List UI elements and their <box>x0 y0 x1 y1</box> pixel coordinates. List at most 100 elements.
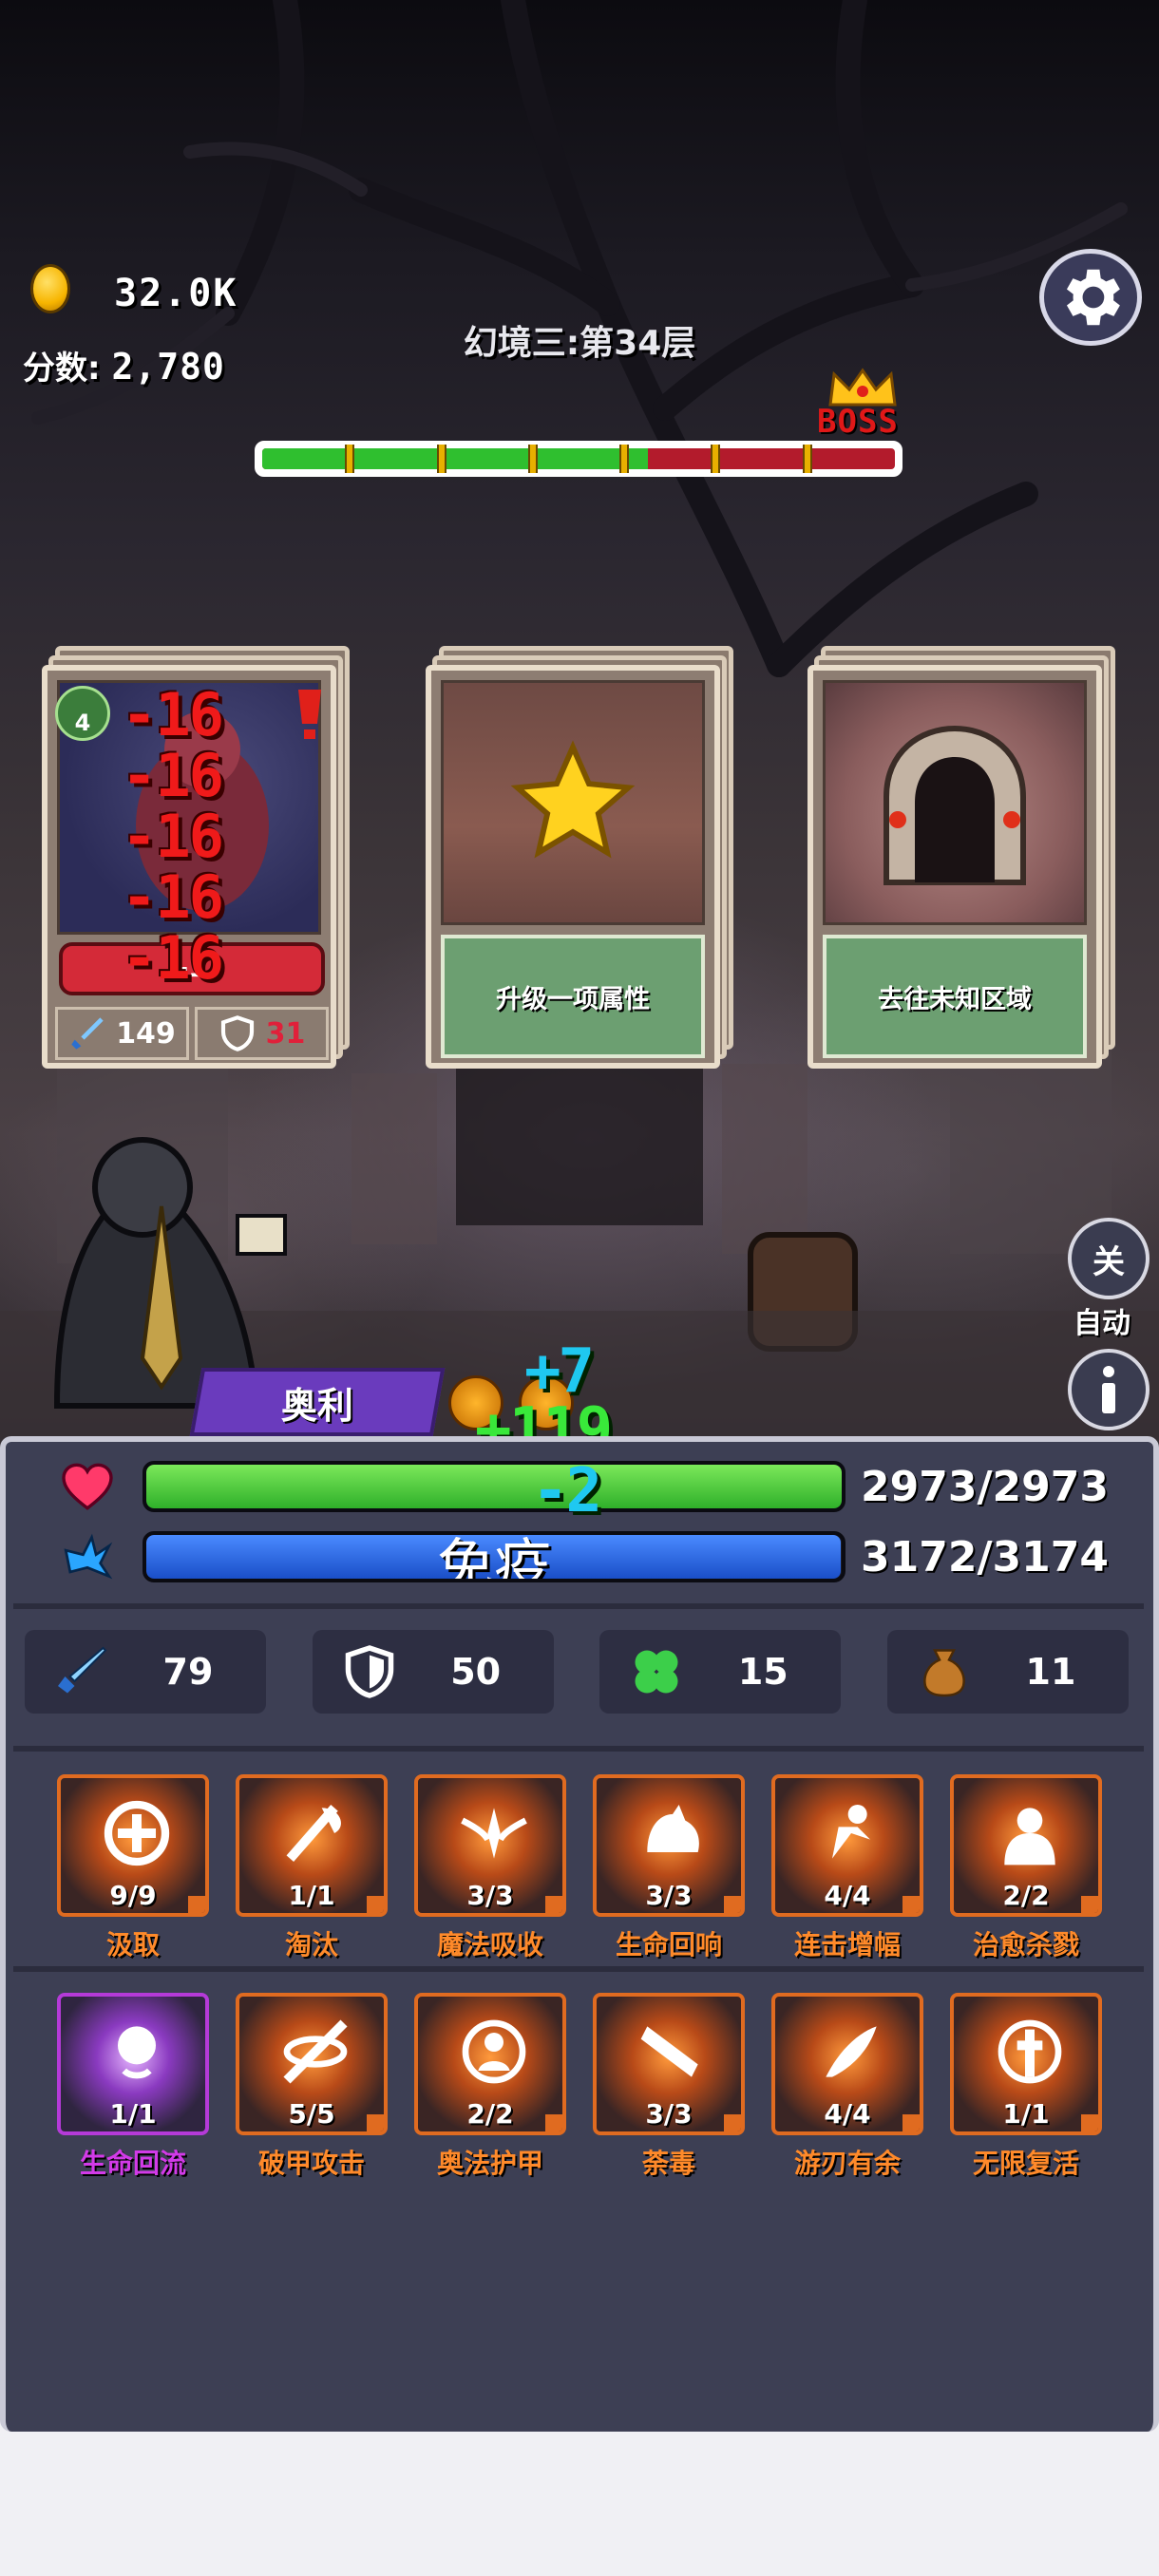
skills-row-1: 9/9 汲取 1/1 淘汰 3/3 魔法吸收 3/3 生命回响 4/4 连击增幅… <box>57 1774 1102 1964</box>
stat-defense-value: 50 <box>450 1651 502 1693</box>
skill-slot[interactable]: 3/3 荼毒 <box>593 1993 745 2183</box>
progress-track <box>262 448 895 469</box>
skill-tile: 2/2 <box>950 1774 1102 1917</box>
hero-name: 奥利 <box>280 1384 353 1427</box>
skill-tile: 4/4 <box>771 1993 923 2135</box>
skill-name: 生命回流 <box>79 2148 186 2179</box>
skill-name: 连击增幅 <box>793 1929 901 1960</box>
damage-number: -16 <box>122 923 224 993</box>
skill-slot[interactable]: 4/4 游刃有余 <box>771 1993 923 2183</box>
drain-icon <box>104 1800 170 1866</box>
skill-slot[interactable]: 1/1 淘汰 <box>236 1774 388 1964</box>
coin-icon <box>30 264 70 313</box>
skill-slot[interactable]: 3/3 生命回响 <box>593 1774 745 1964</box>
progress-tick <box>527 445 538 473</box>
close-button[interactable]: 关 <box>1068 1218 1150 1299</box>
skill-name: 生命回响 <box>615 1929 722 1960</box>
stat-luck: 15 <box>599 1630 842 1714</box>
progress-tick <box>436 445 446 473</box>
hp-fill <box>146 1465 842 1508</box>
skill-name: 治愈杀戮 <box>972 1929 1079 1960</box>
skill-slot[interactable]: 1/1 无限复活 <box>950 1993 1102 2183</box>
skill-slot[interactable]: 5/5 破甲攻击 <box>236 1993 388 2183</box>
skill-level: 1/1 <box>1002 2098 1050 2130</box>
arcane-armor-icon <box>462 2019 526 2084</box>
enemy-attack-value: 149 <box>116 1016 176 1051</box>
close-label: 关 <box>1092 1242 1125 1281</box>
skill-slot[interactable]: 1/1 生命回流 <box>57 1993 209 2183</box>
axe-icon <box>286 1805 341 1862</box>
hp-bar <box>142 1461 846 1512</box>
tile-corner <box>545 1896 562 1913</box>
stat-attack-value: 79 <box>162 1651 214 1693</box>
sword-icon <box>58 1646 107 1694</box>
poison-blade-icon <box>640 2026 698 2077</box>
stat-attack: 79 <box>25 1630 266 1714</box>
coin-count: 32.0K <box>114 272 238 315</box>
divider <box>13 1966 1144 1972</box>
progress-fill <box>262 448 649 469</box>
skill-level: 3/3 <box>466 1880 514 1911</box>
divider <box>13 1746 1144 1752</box>
progress-tick <box>619 445 630 473</box>
skill-level: 3/3 <box>645 1880 693 1911</box>
tile-corner <box>902 2114 920 2131</box>
enemy-defense: 31 <box>195 1007 329 1060</box>
tile-corner <box>367 1896 384 1913</box>
info-icon <box>1102 1366 1115 1413</box>
mp-bar: 免疫 <box>142 1531 846 1582</box>
explore-card[interactable]: 去往未知区域 <box>808 646 1115 1069</box>
alert-icon <box>298 690 321 739</box>
money-bag-icon <box>923 1649 965 1697</box>
armor-break-icon <box>283 2019 348 2084</box>
stage-progress-bar <box>255 441 902 477</box>
damage-number: -16 <box>122 802 224 871</box>
upgrade-card-front: 升级一项属性 <box>426 665 720 1069</box>
skill-level: 4/4 <box>824 1880 871 1911</box>
skill-tile: 1/1 <box>57 1993 209 2135</box>
progress-tick <box>711 445 721 473</box>
skill-level: 1/1 <box>288 1880 335 1911</box>
status-immune: 免疫 <box>437 1533 551 1582</box>
skill-slot[interactable]: 2/2 奥法护甲 <box>414 1993 566 2183</box>
enemy-stats: 149 31 <box>55 1007 329 1060</box>
dragon-blade-icon <box>826 2026 877 2077</box>
skill-slot[interactable]: 4/4 连击增幅 <box>771 1774 923 1964</box>
shield-icon <box>220 1015 254 1051</box>
enemy-level: 4 <box>74 710 91 736</box>
system-nav-area <box>0 2432 1159 2576</box>
skill-slot[interactable]: 2/2 治愈杀戮 <box>950 1774 1102 1964</box>
explore-caption: 去往未知区域 <box>823 935 1087 1058</box>
door-art <box>823 680 1087 925</box>
divider <box>13 1603 1144 1609</box>
mp-row: 免疫 3172/3174 <box>51 1527 1115 1586</box>
bird-icon <box>64 1533 113 1580</box>
skill-level: 4/4 <box>824 2098 871 2130</box>
skill-tile: 3/3 <box>593 1993 745 2135</box>
damage-number: -16 <box>122 862 224 932</box>
upgrade-caption: 升级一项属性 <box>441 935 705 1058</box>
skill-tile: 3/3 <box>414 1774 566 1917</box>
magic-wings-icon <box>461 1808 527 1859</box>
damage-number: -16 <box>122 680 224 749</box>
dungeon-scene: 32.0K 分数: 2,780 幻境三:第34层 BOSS 4 -1 149 3… <box>0 0 1159 1453</box>
skill-slot[interactable]: 9/9 汲取 <box>57 1774 209 1964</box>
upgrade-card[interactable]: 升级一项属性 <box>426 646 733 1069</box>
skill-slot[interactable]: 3/3 魔法吸收 <box>414 1774 566 1964</box>
skill-tile: 2/2 <box>414 1993 566 2135</box>
enemy-card[interactable]: 4 -1 149 31 -16 -16 -16 -16 -16 <box>42 646 350 1069</box>
info-button[interactable] <box>1068 1349 1150 1430</box>
skill-level: 2/2 <box>1002 1880 1050 1911</box>
skill-level: 1/1 <box>109 2098 157 2130</box>
sword-icon <box>71 1017 104 1050</box>
stage-title: 幻境三:第34层 <box>463 324 696 363</box>
skill-level: 9/9 <box>109 1880 157 1911</box>
tile-corner <box>724 2114 741 2131</box>
clover-icon <box>635 1650 678 1694</box>
tile-corner <box>902 1896 920 1913</box>
skill-level: 3/3 <box>645 2098 693 2130</box>
enemy-card-front: 4 -1 149 31 -16 -16 -16 -16 -16 <box>42 665 336 1069</box>
skill-tile: 1/1 <box>950 1993 1102 2135</box>
skill-name: 破甲攻击 <box>257 2148 365 2179</box>
settings-button[interactable] <box>1039 249 1142 346</box>
